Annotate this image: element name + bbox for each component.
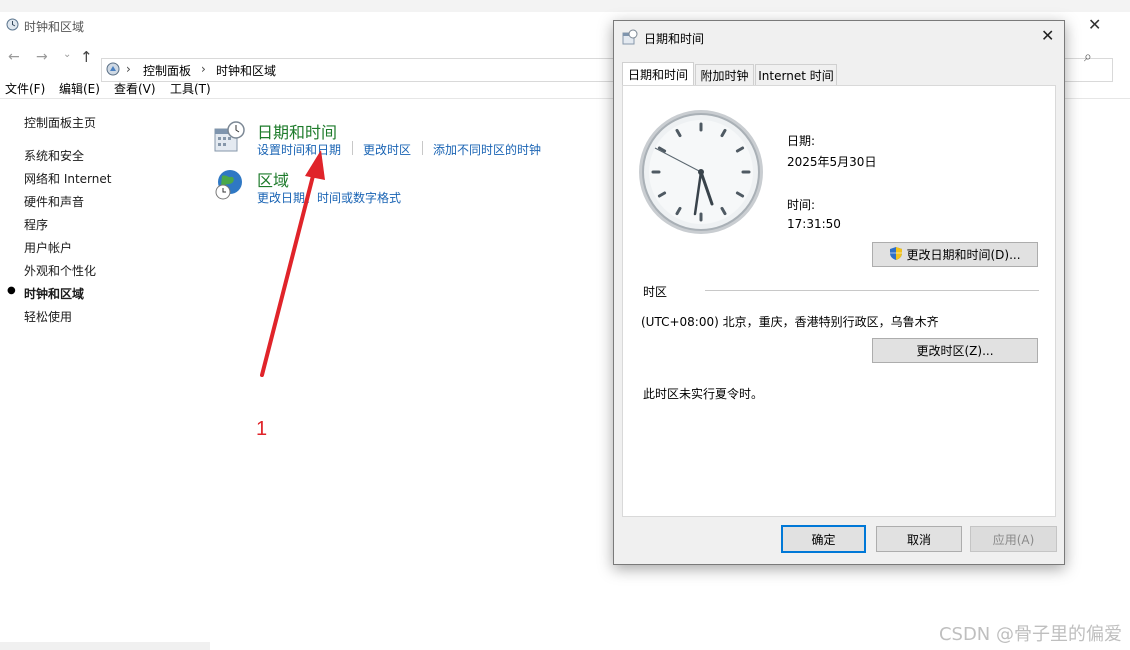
tab-panel: 日期: 2025年5月30日 时间: 17:31:50 更改日期和时间(D)..… xyxy=(622,85,1056,517)
change-date-time-button[interactable]: 更改日期和时间(D)... xyxy=(872,242,1038,267)
annotation-label-1: 1 xyxy=(256,418,268,440)
tab-date-time[interactable]: 日期和时间 xyxy=(622,62,694,86)
date-time-dialog-icon xyxy=(622,29,638,48)
timezone-heading: 时区 xyxy=(643,285,668,299)
apply-button[interactable]: 应用(A) xyxy=(970,526,1057,552)
change-date-time-label: 更改日期和时间(D)... xyxy=(906,248,1021,262)
timezone-value: (UTC+08:00) 北京，重庆，香港特别行政区，乌鲁木齐 xyxy=(641,315,939,329)
time-value: 17:31:50 xyxy=(787,217,841,231)
dst-note: 此时区未实行夏令时。 xyxy=(643,387,764,401)
tab-additional-clocks[interactable]: 附加时钟 xyxy=(695,64,754,86)
tab-internet-time[interactable]: Internet 时间 xyxy=(755,64,837,86)
timezone-divider xyxy=(705,290,1039,291)
shield-icon xyxy=(889,246,903,264)
dialog-close-icon[interactable]: ✕ xyxy=(1041,26,1054,45)
date-label: 日期: xyxy=(787,134,816,148)
date-value: 2025年5月30日 xyxy=(787,155,877,169)
analog-clock xyxy=(637,108,765,239)
time-label: 时间: xyxy=(787,198,816,212)
watermark: CSDN @骨子里的偏爱 xyxy=(938,624,1122,645)
change-timezone-button[interactable]: 更改时区(Z)... xyxy=(872,338,1038,363)
cancel-button[interactable]: 取消 xyxy=(876,526,962,552)
date-time-dialog: 日期和时间 ✕ 日期和时间 附加时钟 Internet 时间 日期: 2025年… xyxy=(613,20,1065,565)
annotation-arrowhead-1 xyxy=(305,150,325,180)
annotation-arrow-1 xyxy=(260,166,317,377)
ok-button[interactable]: 确定 xyxy=(781,525,866,553)
dialog-title: 日期和时间 xyxy=(644,32,705,46)
